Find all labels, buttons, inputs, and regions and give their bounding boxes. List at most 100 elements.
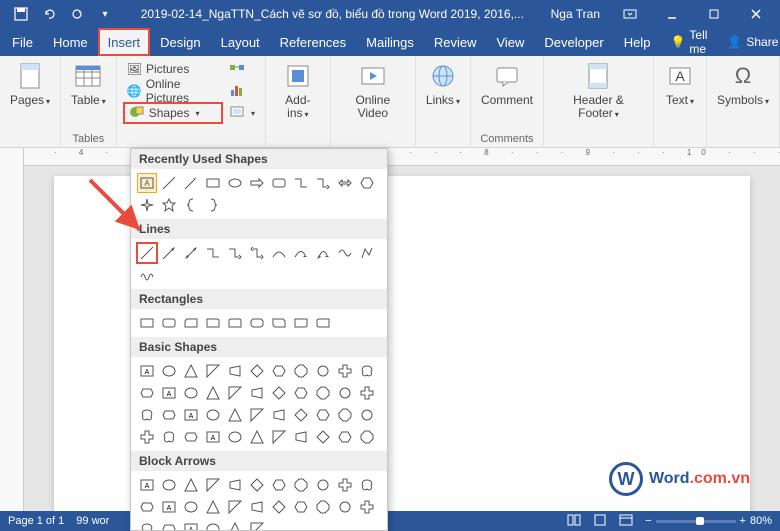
tell-me[interactable]: 💡Tell me	[660, 28, 717, 56]
shape-basic-31[interactable]	[335, 405, 355, 425]
shape-arrow-5[interactable]	[247, 475, 267, 495]
shape-connector-arrow[interactable]	[313, 173, 333, 193]
shape-basic-41[interactable]	[313, 427, 333, 447]
shape-basic-39[interactable]	[269, 427, 289, 447]
shape-basic-32[interactable]	[357, 405, 377, 425]
shape-rect2[interactable]	[159, 313, 179, 333]
shape-arrow-9[interactable]	[335, 475, 355, 495]
shape-rect3[interactable]	[181, 313, 201, 333]
shape-line-arrow2[interactable]	[159, 243, 179, 263]
shape-arrow-24[interactable]: A	[181, 519, 201, 531]
shape-arrow-22[interactable]	[137, 519, 157, 531]
shape-arrow-16[interactable]	[247, 497, 267, 517]
zoom-out[interactable]: −	[645, 515, 651, 527]
ribbon-options-button[interactable]	[610, 0, 650, 28]
shape-line-double-arrow[interactable]	[181, 243, 201, 263]
shape-basic-33[interactable]	[137, 427, 157, 447]
shape-arrow-18[interactable]	[291, 497, 311, 517]
shape-curve-arrow[interactable]	[291, 243, 311, 263]
view-print[interactable]	[593, 514, 607, 529]
shape-basic-5[interactable]	[247, 361, 267, 381]
undo-button[interactable]	[38, 3, 60, 25]
vertical-ruler[interactable]	[0, 148, 24, 511]
shape-basic-22[interactable]	[137, 405, 157, 425]
shape-basic-16[interactable]	[247, 383, 267, 403]
shape-basic-7[interactable]	[291, 361, 311, 381]
shape-arrow-27[interactable]	[247, 519, 267, 531]
shape-arrow-23[interactable]	[159, 519, 179, 531]
tab-design[interactable]: Design	[150, 28, 210, 56]
shape-basic-40[interactable]	[291, 427, 311, 447]
shape-basic-11[interactable]	[137, 383, 157, 403]
shape-arrow-19[interactable]	[313, 497, 333, 517]
shape-freeform[interactable]	[357, 243, 377, 263]
shape-basic-0[interactable]: A	[137, 361, 157, 381]
shape-connector[interactable]	[291, 173, 311, 193]
shape-basic-43[interactable]	[357, 427, 377, 447]
shape-scribble[interactable]	[137, 265, 157, 285]
links-button[interactable]: Links▾	[422, 58, 464, 109]
shape-basic-35[interactable]	[181, 427, 201, 447]
shape-line[interactable]	[159, 173, 179, 193]
tab-insert[interactable]: Insert	[98, 28, 151, 56]
tab-home[interactable]: Home	[43, 28, 98, 56]
close-button[interactable]	[736, 0, 776, 28]
shape-basic-6[interactable]	[269, 361, 289, 381]
shape-rect8[interactable]	[291, 313, 311, 333]
shape-brace-left[interactable]	[181, 195, 201, 215]
shape-basic-1[interactable]	[159, 361, 179, 381]
shape-arrow-1[interactable]	[159, 475, 179, 495]
online-pictures-button[interactable]: 🌐Online Pictures	[123, 80, 223, 102]
shape-arrow-right[interactable]	[247, 173, 267, 193]
shape-arrow-15[interactable]	[225, 497, 245, 517]
shape-basic-21[interactable]	[357, 383, 377, 403]
text-button[interactable]: A Text▾	[660, 58, 700, 109]
tab-review[interactable]: Review	[424, 28, 487, 56]
shape-line-arrow[interactable]	[181, 173, 201, 193]
shape-arrow-7[interactable]	[291, 475, 311, 495]
shape-basic-38[interactable]	[247, 427, 267, 447]
pages-button[interactable]: Pages▾	[6, 58, 54, 109]
shape-textbox[interactable]: A	[137, 173, 157, 193]
shape-basic-20[interactable]	[335, 383, 355, 403]
shape-rect4[interactable]	[203, 313, 223, 333]
minimize-button[interactable]	[652, 0, 692, 28]
shape-arrow-12[interactable]: A	[159, 497, 179, 517]
tab-view[interactable]: View	[486, 28, 534, 56]
shape-arrow-25[interactable]	[203, 519, 223, 531]
shape-rect7[interactable]	[269, 313, 289, 333]
shape-arrow-0[interactable]: A	[137, 475, 157, 495]
comment-button[interactable]: Comment	[477, 58, 537, 109]
shapes-button[interactable]: Shapes▾	[123, 102, 223, 124]
shape-basic-3[interactable]	[203, 361, 223, 381]
shape-freeform-curve[interactable]	[335, 243, 355, 263]
zoom-in[interactable]: +	[740, 515, 746, 527]
shape-elbow[interactable]	[203, 243, 223, 263]
symbols-button[interactable]: Ω Symbols▾	[713, 58, 773, 109]
zoom-level[interactable]: 80%	[750, 515, 772, 527]
shape-elbow-double[interactable]	[247, 243, 267, 263]
shape-basic-14[interactable]	[203, 383, 223, 403]
view-web[interactable]	[619, 514, 633, 529]
maximize-button[interactable]	[694, 0, 734, 28]
redo-button[interactable]	[66, 3, 88, 25]
shape-basic-4[interactable]	[225, 361, 245, 381]
shape-basic-15[interactable]	[225, 383, 245, 403]
shape-brace-right[interactable]	[203, 195, 223, 215]
shape-basic-42[interactable]	[335, 427, 355, 447]
shape-basic-9[interactable]	[335, 361, 355, 381]
shape-rect5[interactable]	[225, 313, 245, 333]
shape-basic-36[interactable]: A	[203, 427, 223, 447]
online-video-button[interactable]: Online Video	[337, 58, 409, 122]
shape-arrow-26[interactable]	[225, 519, 245, 531]
share-button[interactable]: 👤Share	[717, 28, 780, 56]
shape-elbow-arrow[interactable]	[225, 243, 245, 263]
shape-arrow-2[interactable]	[181, 475, 201, 495]
save-button[interactable]	[10, 3, 32, 25]
screenshot-button[interactable]: ▾	[225, 102, 259, 124]
tab-references[interactable]: References	[270, 28, 356, 56]
tab-developer[interactable]: Developer	[534, 28, 613, 56]
shape-star5[interactable]	[159, 195, 179, 215]
shape-arrow-10[interactable]	[357, 475, 377, 495]
shape-rect6[interactable]	[247, 313, 267, 333]
